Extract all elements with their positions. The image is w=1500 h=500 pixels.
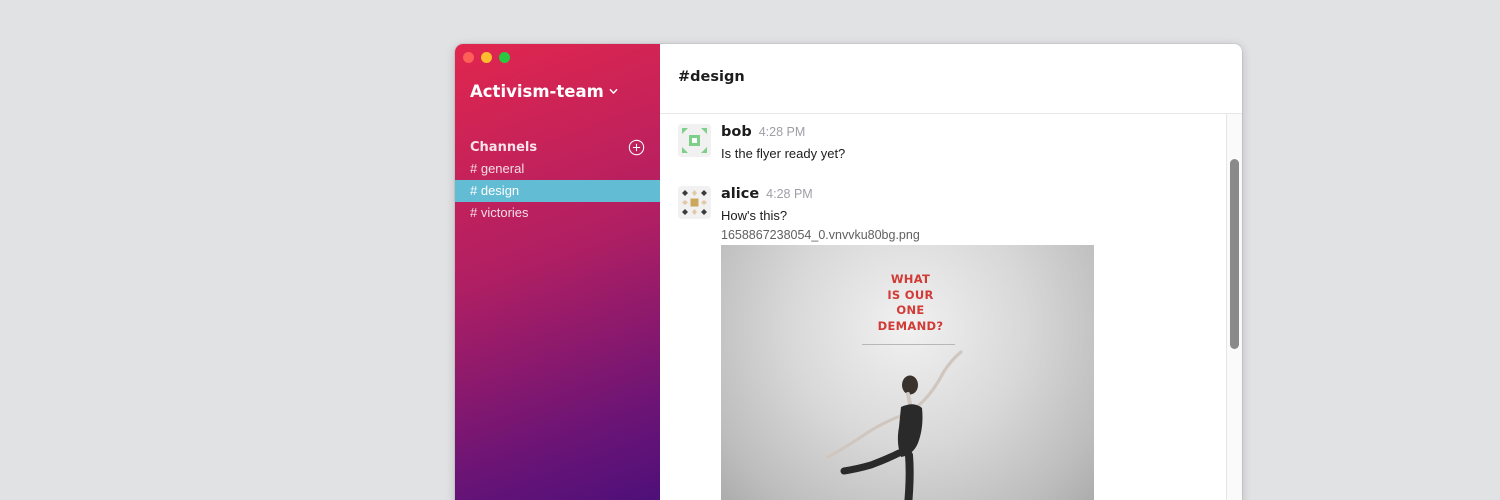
maximize-window-button[interactable] <box>499 52 510 63</box>
team-switcher[interactable]: Activism-team <box>470 82 618 101</box>
sidebar-item-victories[interactable]: # victories <box>455 202 660 224</box>
avatar[interactable] <box>678 186 711 219</box>
channels-label: Channels <box>470 140 538 155</box>
attachment-filename[interactable]: 1658867238054_0.vnvvku80bg.png <box>721 228 1221 242</box>
plus-circle-icon[interactable] <box>628 139 645 156</box>
dancer-photo <box>826 350 963 500</box>
message-text: How's this? <box>721 208 788 223</box>
identicon-gold-icon <box>678 186 711 219</box>
window-controls <box>463 52 510 63</box>
message-meta: alice 4:28 PM <box>721 186 1221 204</box>
close-window-button[interactable] <box>463 52 474 63</box>
message-body: bob 4:28 PM Is the flyer ready yet? <box>721 124 1221 161</box>
scrollbar-thumb[interactable] <box>1230 159 1239 349</box>
message-list: bob 4:28 PM Is the flyer ready yet? alic… <box>660 114 1226 500</box>
channel-title: #design <box>678 69 745 85</box>
channel-list: # general # design # victories <box>455 158 660 224</box>
scrollbar[interactable] <box>1226 114 1242 500</box>
app-window: Activism-team Channels # general # desig… <box>455 44 1242 500</box>
minimize-window-button[interactable] <box>481 52 492 63</box>
avatar[interactable] <box>678 124 711 157</box>
sidebar-item-general[interactable]: # general <box>455 158 660 180</box>
main-panel: #design bob 4:28 PM Is the flyer ready y… <box>660 44 1242 500</box>
message-body: alice 4:28 PM How's this? 1658867238054_… <box>721 186 1221 500</box>
message-timestamp[interactable]: 4:28 PM <box>766 187 813 201</box>
channels-header: Channels <box>470 139 645 156</box>
message-timestamp[interactable]: 4:28 PM <box>759 125 806 139</box>
message-text: Is the flyer ready yet? <box>721 146 846 161</box>
message-meta: bob 4:28 PM <box>721 124 1221 142</box>
message-author[interactable]: alice <box>721 186 759 202</box>
team-name: Activism-team <box>470 82 604 101</box>
sidebar: Activism-team Channels # general # desig… <box>455 44 660 500</box>
chevron-down-icon <box>609 88 618 94</box>
identicon-green-icon <box>678 124 711 157</box>
sidebar-item-design[interactable]: # design <box>455 180 660 202</box>
message-author[interactable]: bob <box>721 124 752 140</box>
image-attachment[interactable]: WHAT IS OUR ONE DEMAND? <box>721 245 1094 500</box>
